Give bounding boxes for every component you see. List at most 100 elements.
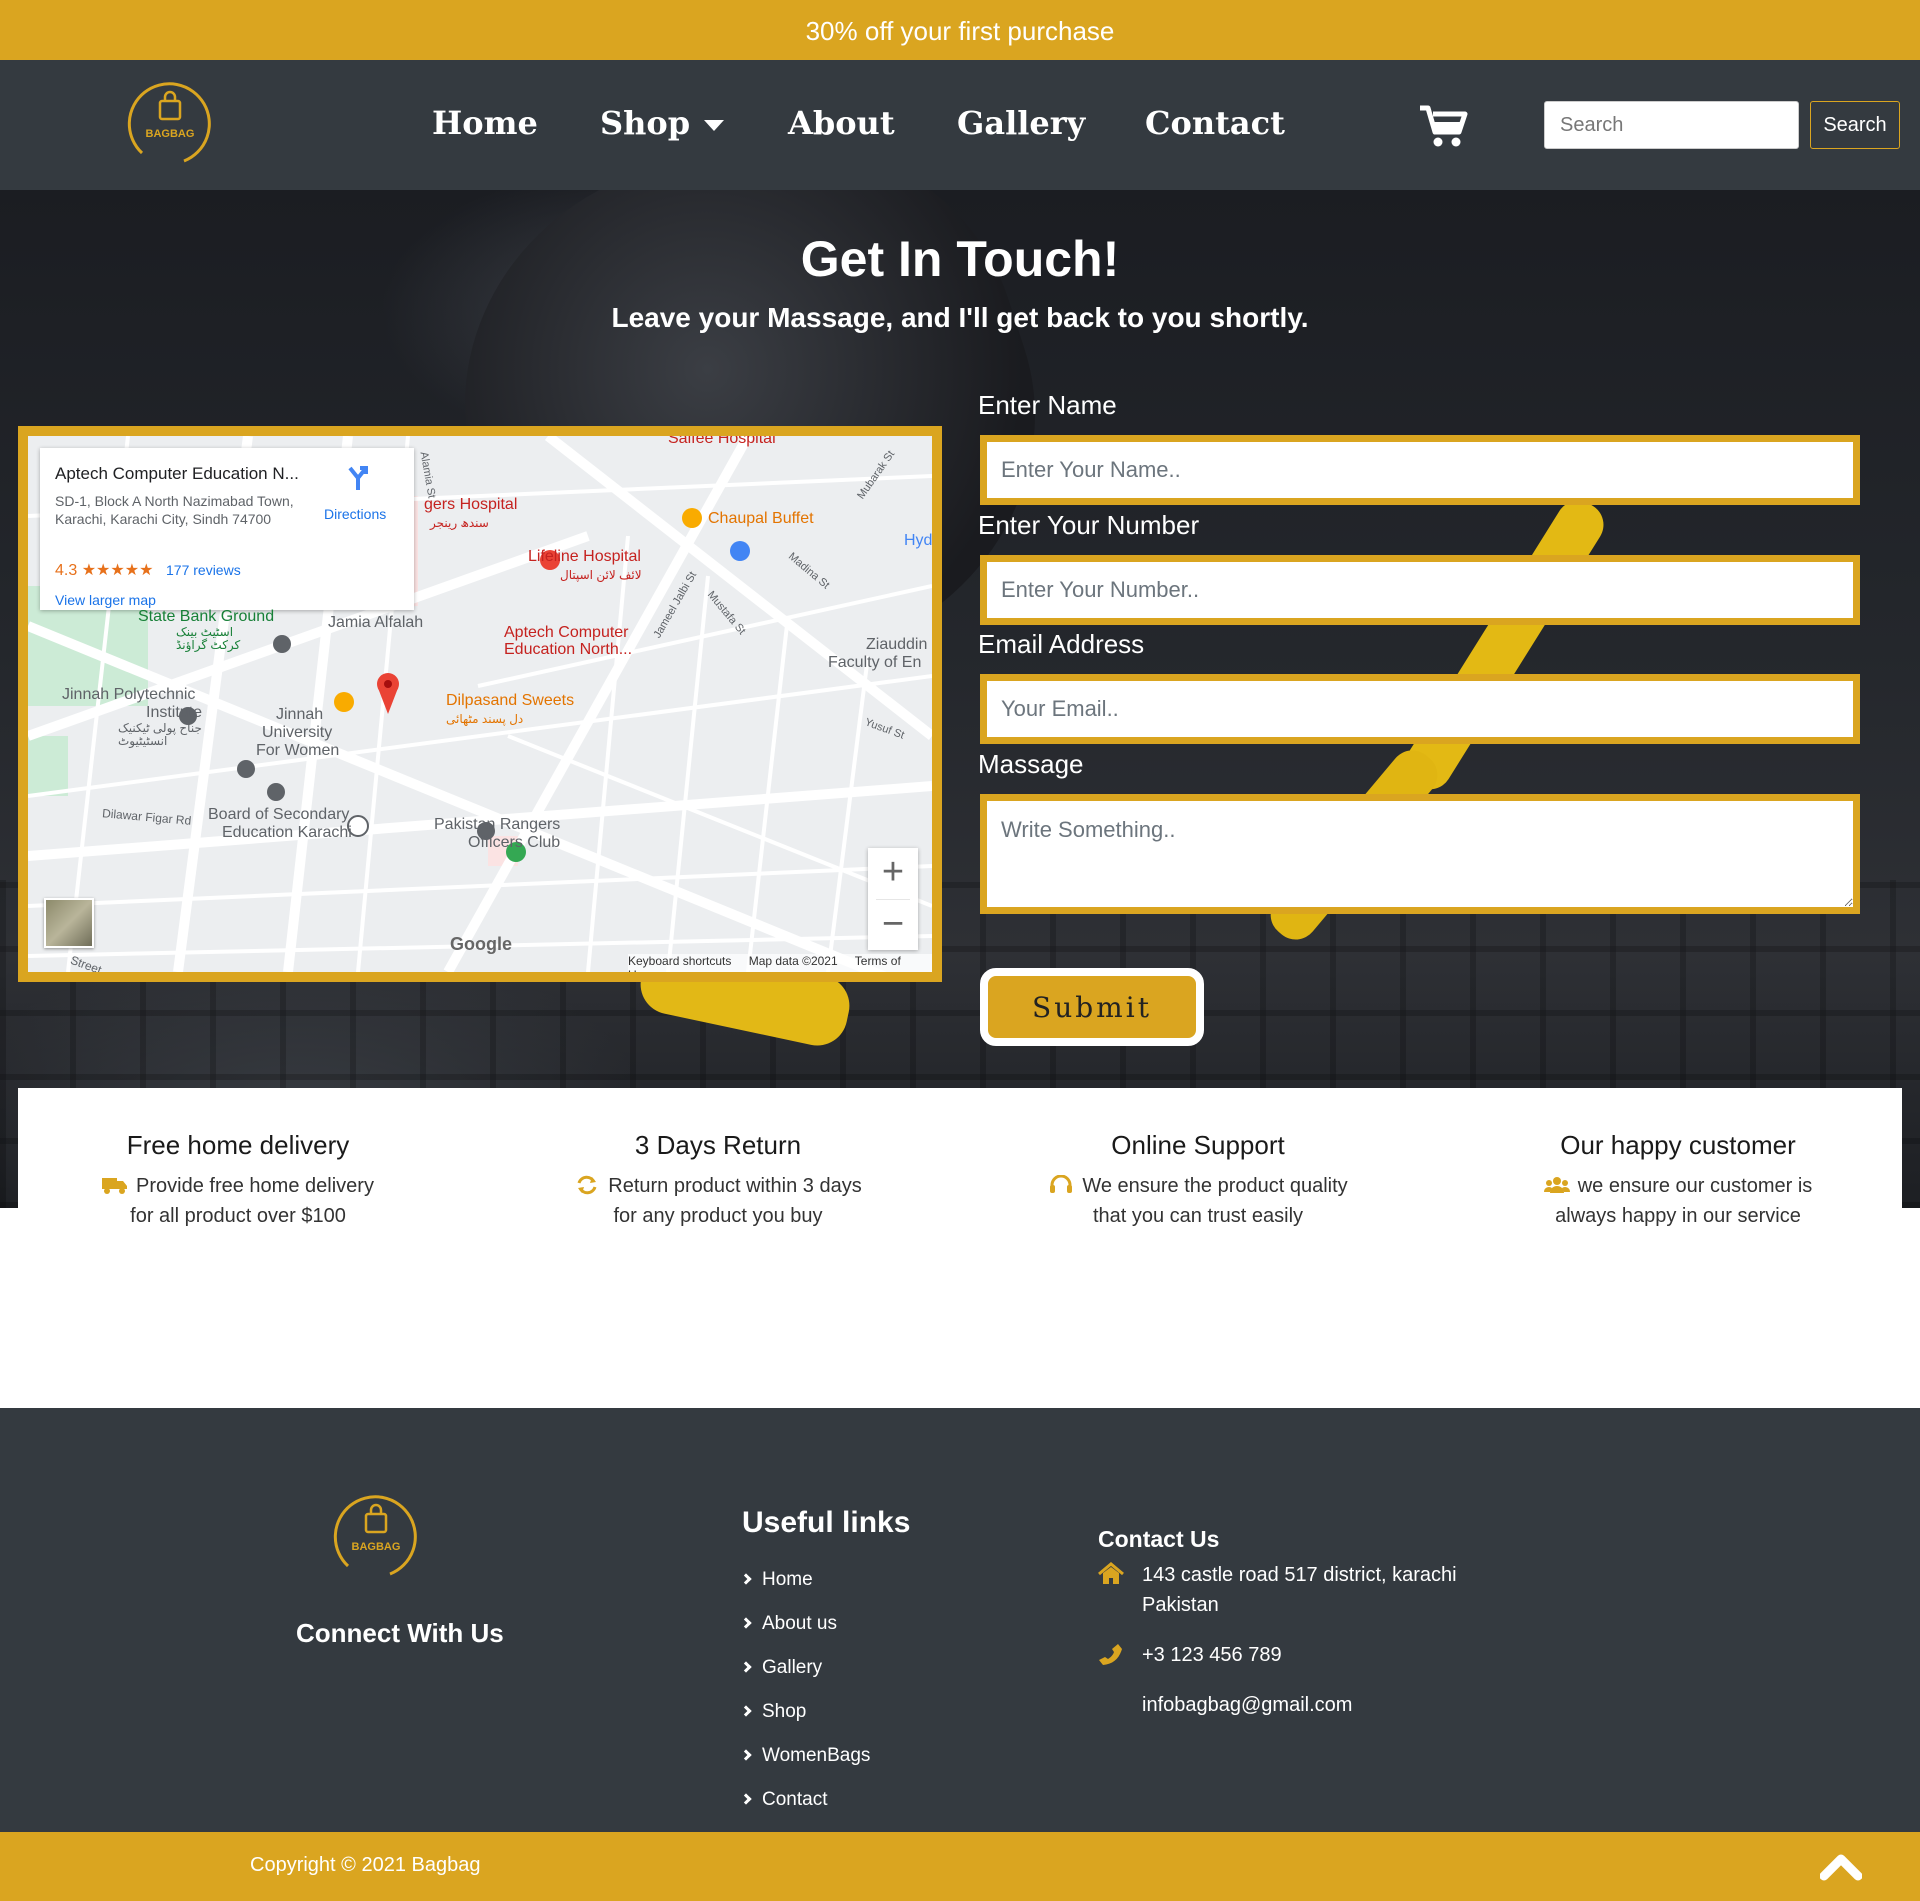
feature-title: Our happy customer xyxy=(1560,1130,1796,1160)
footer-link-label: Gallery xyxy=(762,1657,823,1678)
google-logo: Google xyxy=(450,934,512,954)
feature-line1: We ensure the product quality xyxy=(1082,1175,1348,1197)
map-label: Lifeline Hospital xyxy=(528,548,641,565)
feature-text: We ensure the product quality that you c… xyxy=(978,1171,1418,1231)
map-label: سندھ رینجر xyxy=(430,516,489,530)
feature-customers: Our happy customer we ensure our custome… xyxy=(1458,1088,1898,1231)
name-label: Enter Name xyxy=(978,390,1117,420)
truck-icon xyxy=(102,1178,128,1194)
map-rating-stars: ★★★★★ xyxy=(81,562,154,579)
feature-title: Online Support xyxy=(1111,1130,1285,1160)
footer-link-label: Shop xyxy=(762,1701,807,1722)
contact-email-text[interactable]: infobagbag@gmail.com xyxy=(1142,1690,1472,1720)
footer-link-label: About us xyxy=(762,1613,837,1634)
contact-phone-text: +3 123 456 789 xyxy=(1142,1644,1282,1666)
map-satellite-toggle[interactable] xyxy=(44,898,94,948)
contact-address-text: 143 castle road 517 district, karachi Pa… xyxy=(1142,1564,1457,1616)
submit-button[interactable]: Submit xyxy=(980,968,1204,1046)
nav-gallery[interactable]: Gallery xyxy=(957,104,1085,142)
map-reviews-link[interactable]: 177 reviews xyxy=(166,562,241,578)
map-label: Education North... xyxy=(504,641,633,658)
footer-link-home[interactable]: Home xyxy=(740,1558,870,1602)
shopping-cart-icon[interactable] xyxy=(1418,104,1468,148)
feature-line2: always happy in our service xyxy=(1555,1205,1801,1227)
map-label: Jinnah xyxy=(276,706,324,723)
zoom-in-button[interactable]: + xyxy=(868,848,918,899)
map-place-address: SD-1, Block A North Nazimabad Town, Kara… xyxy=(55,493,294,527)
footer-link-label: Home xyxy=(762,1569,813,1590)
refresh-icon xyxy=(577,1175,597,1195)
map-place-card: Aptech Computer Education N... SD-1, Blo… xyxy=(40,448,414,610)
email-field[interactable] xyxy=(980,674,1860,744)
feature-text: Return product within 3 days for any pro… xyxy=(498,1171,938,1231)
footer-link-shop[interactable]: Shop xyxy=(740,1690,870,1734)
map-label: Jamia Alfalah xyxy=(328,614,424,631)
map-label: Faculty of En xyxy=(828,654,922,671)
features-strip: Free home delivery Provide free home del… xyxy=(18,1088,1902,1228)
map-label: دل پسند مٹھائی xyxy=(446,712,524,726)
nav-home[interactable]: Home xyxy=(432,104,538,142)
footer-link-contact[interactable]: Contact xyxy=(740,1778,870,1822)
site-footer: BAGBAG Connect With Us Useful links Home… xyxy=(0,1408,1920,1832)
footer-link-about[interactable]: About us xyxy=(740,1602,870,1646)
footer-link-gallery[interactable]: Gallery xyxy=(740,1646,870,1690)
nav-shop-label: Shop xyxy=(600,104,691,142)
map-label: University xyxy=(262,724,333,741)
page-subtitle: Leave your Massage, and I'll get back to… xyxy=(611,302,1309,333)
phone-icon xyxy=(1099,1644,1122,1665)
chevron-right-icon xyxy=(740,1793,752,1805)
footer-logo[interactable]: BAGBAG xyxy=(328,1488,424,1584)
map-label: لائف لائن اسپتال xyxy=(560,568,642,582)
feature-line1: Provide free home delivery xyxy=(136,1175,374,1197)
chevron-down-icon xyxy=(704,120,725,131)
users-icon xyxy=(1543,1177,1570,1193)
map-rating-value: 4.3 xyxy=(55,562,78,579)
chevron-right-icon xyxy=(740,1705,752,1717)
copyright-bar: Copyright © 2021 Bagbag xyxy=(0,1832,1920,1901)
map-label: gers Hospital xyxy=(424,496,518,513)
embedded-map[interactable]: Aptech Computer Education N... SD-1, Blo… xyxy=(18,426,942,982)
directions-icon[interactable] xyxy=(344,464,372,492)
zoom-out-button[interactable]: − xyxy=(868,900,918,951)
navbar: BAGBAG Home Shop About Gallery Contact S… xyxy=(0,60,1920,190)
useful-links-heading: Useful links xyxy=(742,1506,911,1539)
map-label: For Women xyxy=(256,742,340,759)
home-icon xyxy=(1098,1562,1124,1584)
feature-line2: that you can trust easily xyxy=(1092,1205,1304,1227)
map-label: Aptech Computer xyxy=(504,624,629,641)
promo-banner: 30% off your first purchase xyxy=(0,0,1920,60)
directions-link[interactable]: Directions xyxy=(324,506,386,522)
map-label: Education Karachi xyxy=(222,824,352,841)
keyboard-shortcuts-link[interactable]: Keyboard shortcuts xyxy=(628,954,731,968)
name-field[interactable] xyxy=(980,435,1860,505)
feature-line2: for any product you buy xyxy=(613,1205,823,1227)
search-input[interactable] xyxy=(1544,101,1799,149)
footer-link-label: WomenBags xyxy=(762,1745,871,1766)
map-label: Jinnah Polytechnic xyxy=(62,686,196,703)
nav-about[interactable]: About xyxy=(788,104,895,142)
map-label: اسٹیٹ بینک کرکٹ گراؤنڈ xyxy=(176,625,241,652)
nav-contact[interactable]: Contact xyxy=(1145,104,1285,142)
message-field[interactable] xyxy=(980,794,1860,914)
footer-link-womenbags[interactable]: WomenBags xyxy=(740,1734,871,1778)
number-field[interactable] xyxy=(980,555,1860,625)
brand-logo[interactable]: BAGBAG xyxy=(122,75,218,171)
chevron-up-icon[interactable] xyxy=(1820,1848,1862,1884)
feature-return: 3 Days Return Return product within 3 da… xyxy=(498,1088,938,1231)
search-button[interactable]: Search xyxy=(1810,101,1900,149)
feature-delivery: Free home delivery Provide free home del… xyxy=(18,1088,458,1231)
feature-title: Free home delivery xyxy=(126,1130,350,1160)
contact-heading: Contact Us xyxy=(1098,1526,1220,1552)
feature-text: Provide free home delivery for all produ… xyxy=(18,1171,458,1231)
connect-heading: Connect With Us xyxy=(296,1618,504,1648)
svg-text:BAGBAG: BAGBAG xyxy=(352,1541,401,1553)
map-label: Saifee Hospital xyxy=(668,430,776,447)
feature-line2: for all product over $100 xyxy=(130,1205,346,1227)
chevron-right-icon xyxy=(740,1617,752,1629)
view-larger-map-link[interactable]: View larger map xyxy=(55,592,156,608)
chevron-right-icon xyxy=(740,1749,752,1761)
nav-shop[interactable]: Shop xyxy=(600,104,725,142)
page-title: Get In Touch! xyxy=(800,231,1120,287)
feature-line1: we ensure our customer is xyxy=(1577,1175,1813,1197)
map-zoom-control: + − xyxy=(868,848,918,950)
